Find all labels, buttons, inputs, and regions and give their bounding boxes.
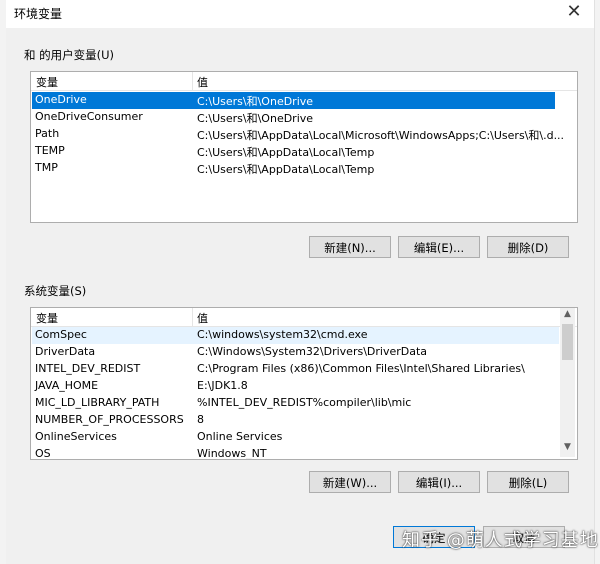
user-var-value: C:\Users\和\AppData\Local\Microsoft\Windo… xyxy=(197,129,565,142)
system-var-row[interactable]: NUMBER_OF_PROCESSORS 8 xyxy=(32,412,559,429)
environment-variables-dialog: 环境变量 ✕ 和 的用户变量(U) 变量 值 OneDrive C:\Users… xyxy=(6,0,594,564)
system-var-row[interactable]: INTEL_DEV_REDIST C:\Program Files (x86)\… xyxy=(32,361,559,378)
watermark-overlay: 知乎 @萌人式学习基地 xyxy=(402,530,599,551)
system-var-value: C:\Program Files (x86)\Common Files\Inte… xyxy=(197,362,525,375)
user-var-row[interactable]: OneDrive C:\Users\和\OneDrive xyxy=(32,92,555,109)
system-var-row[interactable]: DriverData C:\Windows\System32\Drivers\D… xyxy=(32,344,559,361)
system-edit-button[interactable]: 编辑(I)... xyxy=(398,471,480,493)
dialog-title: 环境变量 xyxy=(14,7,63,21)
system-var-row[interactable]: MIC_LD_LIBRARY_PATH %INTEL_DEV_REDIST%co… xyxy=(32,395,559,412)
system-var-value: Online Services xyxy=(197,430,283,443)
user-vars-col-value[interactable]: 值 xyxy=(197,74,208,90)
system-new-button[interactable]: 新建(W)... xyxy=(309,471,391,493)
system-vars-col-name[interactable]: 变量 xyxy=(36,310,58,326)
column-separator xyxy=(192,72,193,90)
system-vars-scrollbar[interactable]: ▲ ▼ xyxy=(560,308,575,457)
user-var-name: TEMP xyxy=(35,144,65,157)
system-var-value: %INTEL_DEV_REDIST%compiler\lib\mic xyxy=(197,396,412,409)
scroll-up-icon[interactable]: ▲ xyxy=(560,309,575,319)
system-var-name: OnlineServices xyxy=(35,430,117,443)
background-window-edge-right xyxy=(594,0,600,564)
column-separator xyxy=(192,308,193,326)
system-var-value: 8 xyxy=(197,413,204,426)
system-var-name: NUMBER_OF_PROCESSORS xyxy=(35,413,184,426)
system-var-name: OS xyxy=(35,447,51,460)
title-bar: 环境变量 ✕ xyxy=(6,0,594,28)
user-var-value: C:\Users\和\AppData\Local\Temp xyxy=(197,163,375,176)
system-vars-header: 变量 值 xyxy=(31,308,577,327)
user-var-name: OneDriveConsumer xyxy=(35,110,143,123)
user-var-row[interactable]: TEMP C:\Users\和\AppData\Local\Temp xyxy=(32,143,555,160)
user-vars-group-label: 和 的用户变量(U) xyxy=(24,48,115,62)
close-icon[interactable]: ✕ xyxy=(564,1,584,22)
user-var-name: Path xyxy=(35,127,60,140)
user-vars-col-name[interactable]: 变量 xyxy=(36,74,58,90)
user-vars-header: 变量 值 xyxy=(31,72,577,91)
system-var-name: DriverData xyxy=(35,345,96,358)
system-var-row[interactable]: ComSpec C:\windows\system32\cmd.exe xyxy=(32,327,559,344)
system-var-name: ComSpec xyxy=(35,328,87,341)
user-delete-button[interactable]: 删除(D) xyxy=(487,236,569,258)
user-var-row[interactable]: TMP C:\Users\和\AppData\Local\Temp xyxy=(32,160,555,177)
system-var-row[interactable]: OS Windows_NT xyxy=(32,446,559,460)
user-vars-list[interactable]: 变量 值 OneDrive C:\Users\和\OneDrive OneDri… xyxy=(30,71,578,223)
system-var-value: C:\windows\system32\cmd.exe xyxy=(197,328,368,341)
system-vars-group-label: 系统变量(S) xyxy=(24,284,87,298)
user-var-row[interactable]: Path C:\Users\和\AppData\Local\Microsoft\… xyxy=(32,126,564,143)
system-var-value: E:\JDK1.8 xyxy=(197,379,248,392)
system-var-name: MIC_LD_LIBRARY_PATH xyxy=(35,396,160,409)
user-var-name: OneDrive xyxy=(35,93,87,106)
user-var-name: TMP xyxy=(35,161,58,174)
system-var-name: INTEL_DEV_REDIST xyxy=(35,362,141,375)
user-var-value: C:\Users\和\OneDrive xyxy=(197,112,314,125)
user-new-button[interactable]: 新建(N)... xyxy=(309,236,391,258)
user-var-value: C:\Users\和\OneDrive xyxy=(197,95,314,108)
system-vars-col-value[interactable]: 值 xyxy=(197,310,208,326)
system-var-value: Windows_NT xyxy=(197,447,267,460)
system-delete-button[interactable]: 删除(L) xyxy=(487,471,569,493)
system-vars-list[interactable]: 变量 值 ComSpec C:\windows\system32\cmd.exe… xyxy=(30,307,578,460)
user-var-value: C:\Users\和\AppData\Local\Temp xyxy=(197,146,375,159)
user-var-row[interactable]: OneDriveConsumer C:\Users\和\OneDrive xyxy=(32,109,555,126)
scroll-down-icon[interactable]: ▼ xyxy=(560,442,575,452)
user-edit-button[interactable]: 编辑(E)... xyxy=(398,236,480,258)
system-var-row[interactable]: OnlineServices Online Services xyxy=(32,429,559,446)
system-var-name: JAVA_HOME xyxy=(35,379,99,392)
system-var-row[interactable]: JAVA_HOME E:\JDK1.8 xyxy=(32,378,559,395)
scrollbar-thumb[interactable] xyxy=(562,324,573,360)
system-var-value: C:\Windows\System32\Drivers\DriverData xyxy=(197,345,428,358)
